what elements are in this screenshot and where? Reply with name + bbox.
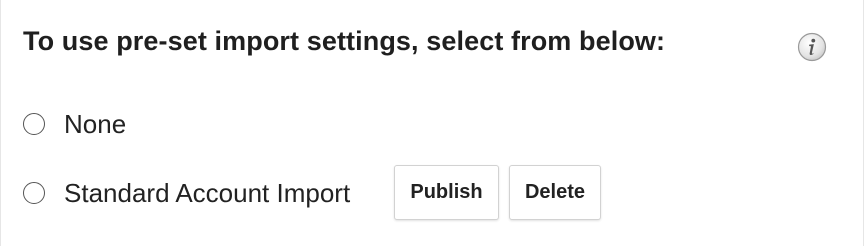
publish-button[interactable]: Publish [394, 165, 499, 220]
option-none[interactable]: None [23, 104, 126, 144]
heading-row: To use pre-set import settings, select f… [23, 26, 665, 57]
page-title: To use pre-set import settings, select f… [23, 26, 666, 56]
delete-button[interactable]: Delete [509, 165, 601, 220]
radio-none[interactable] [23, 113, 45, 135]
radio-standard-account-import[interactable] [23, 182, 45, 204]
import-settings-panel: To use pre-set import settings, select f… [0, 0, 864, 246]
info-icon[interactable] [797, 32, 827, 62]
option-none-label: None [64, 108, 127, 139]
option-standard-account-import-label: Standard Account Import [64, 177, 351, 208]
option-standard-account-import[interactable]: Standard Account Import [23, 165, 350, 221]
